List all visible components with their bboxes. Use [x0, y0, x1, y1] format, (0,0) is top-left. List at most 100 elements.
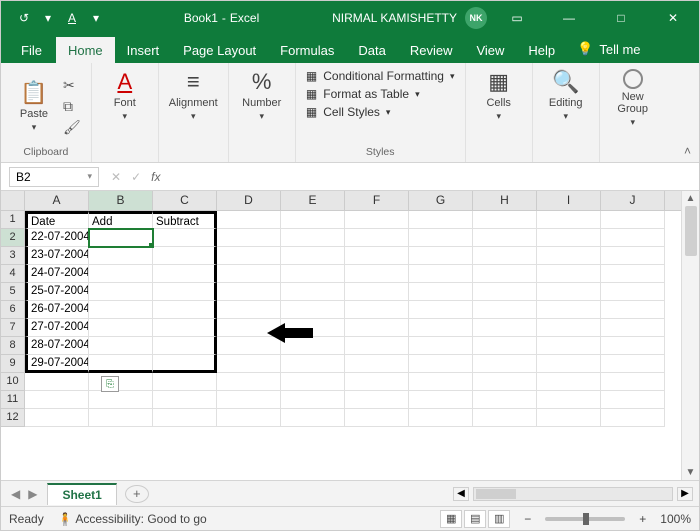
- cell-I5[interactable]: [537, 283, 601, 301]
- cell-J5[interactable]: [601, 283, 665, 301]
- sheet-nav-next-icon[interactable]: ▶: [28, 487, 37, 501]
- cell-A2[interactable]: 22-07-2004: [25, 229, 89, 247]
- cell-C12[interactable]: [153, 409, 217, 427]
- hscroll-track[interactable]: [473, 487, 673, 501]
- cell-B8[interactable]: [89, 337, 153, 355]
- cell-B12[interactable]: [89, 409, 153, 427]
- cell-E10[interactable]: [281, 373, 345, 391]
- cell-I7[interactable]: [537, 319, 601, 337]
- col-head-C[interactable]: C: [153, 191, 217, 210]
- cell-H3[interactable]: [473, 247, 537, 265]
- vscroll-thumb[interactable]: [685, 206, 697, 256]
- row-head-5[interactable]: 5: [1, 283, 25, 301]
- hscroll-left-icon[interactable]: ◀: [453, 487, 469, 501]
- cell-G12[interactable]: [409, 409, 473, 427]
- qat-dropdown2-icon[interactable]: ▾: [89, 11, 103, 25]
- cell-H10[interactable]: [473, 373, 537, 391]
- cell-D9[interactable]: [217, 355, 281, 373]
- zoom-in-icon[interactable]: +: [639, 512, 646, 526]
- enter-formula-icon[interactable]: ✓: [131, 170, 141, 184]
- paste-button[interactable]: 📋 Paste ▾: [11, 80, 57, 133]
- row-head-11[interactable]: 11: [1, 391, 25, 409]
- cell-C3[interactable]: [153, 247, 217, 265]
- cut-icon[interactable]: ✂: [63, 77, 81, 94]
- cell-D2[interactable]: [217, 229, 281, 247]
- select-all-corner[interactable]: [1, 191, 25, 211]
- qat-dropdown-icon[interactable]: ▾: [41, 11, 55, 25]
- cell-E12[interactable]: [281, 409, 345, 427]
- cell-styles-button[interactable]: ▦Cell Styles▾: [306, 105, 391, 119]
- col-head-A[interactable]: A: [25, 191, 89, 210]
- tab-data[interactable]: Data: [346, 37, 397, 63]
- cell-H9[interactable]: [473, 355, 537, 373]
- cell-H4[interactable]: [473, 265, 537, 283]
- cell-B1[interactable]: Add: [89, 211, 153, 229]
- tell-me[interactable]: 💡 Tell me: [567, 35, 650, 63]
- cell-D12[interactable]: [217, 409, 281, 427]
- row-head-1[interactable]: 1: [1, 211, 25, 229]
- cell-F1[interactable]: [345, 211, 409, 229]
- cell-F4[interactable]: [345, 265, 409, 283]
- cell-G5[interactable]: [409, 283, 473, 301]
- cell-E4[interactable]: [281, 265, 345, 283]
- autofill-options-icon[interactable]: ⎘: [101, 376, 119, 392]
- cell-J7[interactable]: [601, 319, 665, 337]
- normal-view-icon[interactable]: ▦: [440, 510, 462, 528]
- font-button[interactable]: A Font ▾: [102, 69, 148, 122]
- row-head-4[interactable]: 4: [1, 265, 25, 283]
- cell-H8[interactable]: [473, 337, 537, 355]
- cell-B7[interactable]: [89, 319, 153, 337]
- cell-G4[interactable]: [409, 265, 473, 283]
- cell-I12[interactable]: [537, 409, 601, 427]
- sheet-tab-1[interactable]: Sheet1: [47, 483, 116, 505]
- cell-A1[interactable]: Date: [25, 211, 89, 229]
- cell-G2[interactable]: [409, 229, 473, 247]
- format-painter-icon[interactable]: 🖌: [63, 119, 81, 136]
- cell-G8[interactable]: [409, 337, 473, 355]
- cell-A6[interactable]: 26-07-2004: [25, 301, 89, 319]
- cell-E2[interactable]: [281, 229, 345, 247]
- number-button[interactable]: % Number ▾: [239, 69, 285, 122]
- row-head-12[interactable]: 12: [1, 409, 25, 427]
- cell-D10[interactable]: [217, 373, 281, 391]
- cell-H7[interactable]: [473, 319, 537, 337]
- zoom-out-icon[interactable]: −: [524, 512, 531, 526]
- cell-A9[interactable]: 29-07-2004: [25, 355, 89, 373]
- page-break-view-icon[interactable]: ▥: [488, 510, 510, 528]
- cell-F7[interactable]: [345, 319, 409, 337]
- tab-insert[interactable]: Insert: [115, 37, 172, 63]
- cell-F2[interactable]: [345, 229, 409, 247]
- fx-icon[interactable]: fx: [151, 170, 166, 184]
- editing-button[interactable]: 🔍 Editing ▾: [543, 69, 589, 122]
- autosave-icon[interactable]: ↺: [17, 11, 31, 25]
- cell-E3[interactable]: [281, 247, 345, 265]
- cell-H5[interactable]: [473, 283, 537, 301]
- cell-C11[interactable]: [153, 391, 217, 409]
- vertical-scrollbar[interactable]: ▲ ▼: [681, 191, 699, 480]
- cell-A3[interactable]: 23-07-2004: [25, 247, 89, 265]
- row-head-3[interactable]: 3: [1, 247, 25, 265]
- cell-I10[interactable]: [537, 373, 601, 391]
- cell-C6[interactable]: [153, 301, 217, 319]
- scroll-down-icon[interactable]: ▼: [686, 467, 696, 478]
- col-head-D[interactable]: D: [217, 191, 281, 210]
- cell-I6[interactable]: [537, 301, 601, 319]
- cell-F12[interactable]: [345, 409, 409, 427]
- col-head-B[interactable]: B: [89, 191, 153, 210]
- cell-B6[interactable]: [89, 301, 153, 319]
- hscroll-thumb[interactable]: [476, 489, 516, 499]
- maximize-icon[interactable]: □: [599, 1, 643, 35]
- cell-F8[interactable]: [345, 337, 409, 355]
- cell-F5[interactable]: [345, 283, 409, 301]
- cell-J2[interactable]: [601, 229, 665, 247]
- cell-H1[interactable]: [473, 211, 537, 229]
- cell-A5[interactable]: 25-07-2004: [25, 283, 89, 301]
- cell-B2[interactable]: [89, 229, 153, 247]
- tab-review[interactable]: Review: [398, 37, 465, 63]
- close-icon[interactable]: ✕: [651, 1, 695, 35]
- cell-C4[interactable]: [153, 265, 217, 283]
- cell-I1[interactable]: [537, 211, 601, 229]
- cells-button[interactable]: ▦ Cells ▾: [476, 69, 522, 122]
- row-head-8[interactable]: 8: [1, 337, 25, 355]
- cell-A4[interactable]: 24-07-2004: [25, 265, 89, 283]
